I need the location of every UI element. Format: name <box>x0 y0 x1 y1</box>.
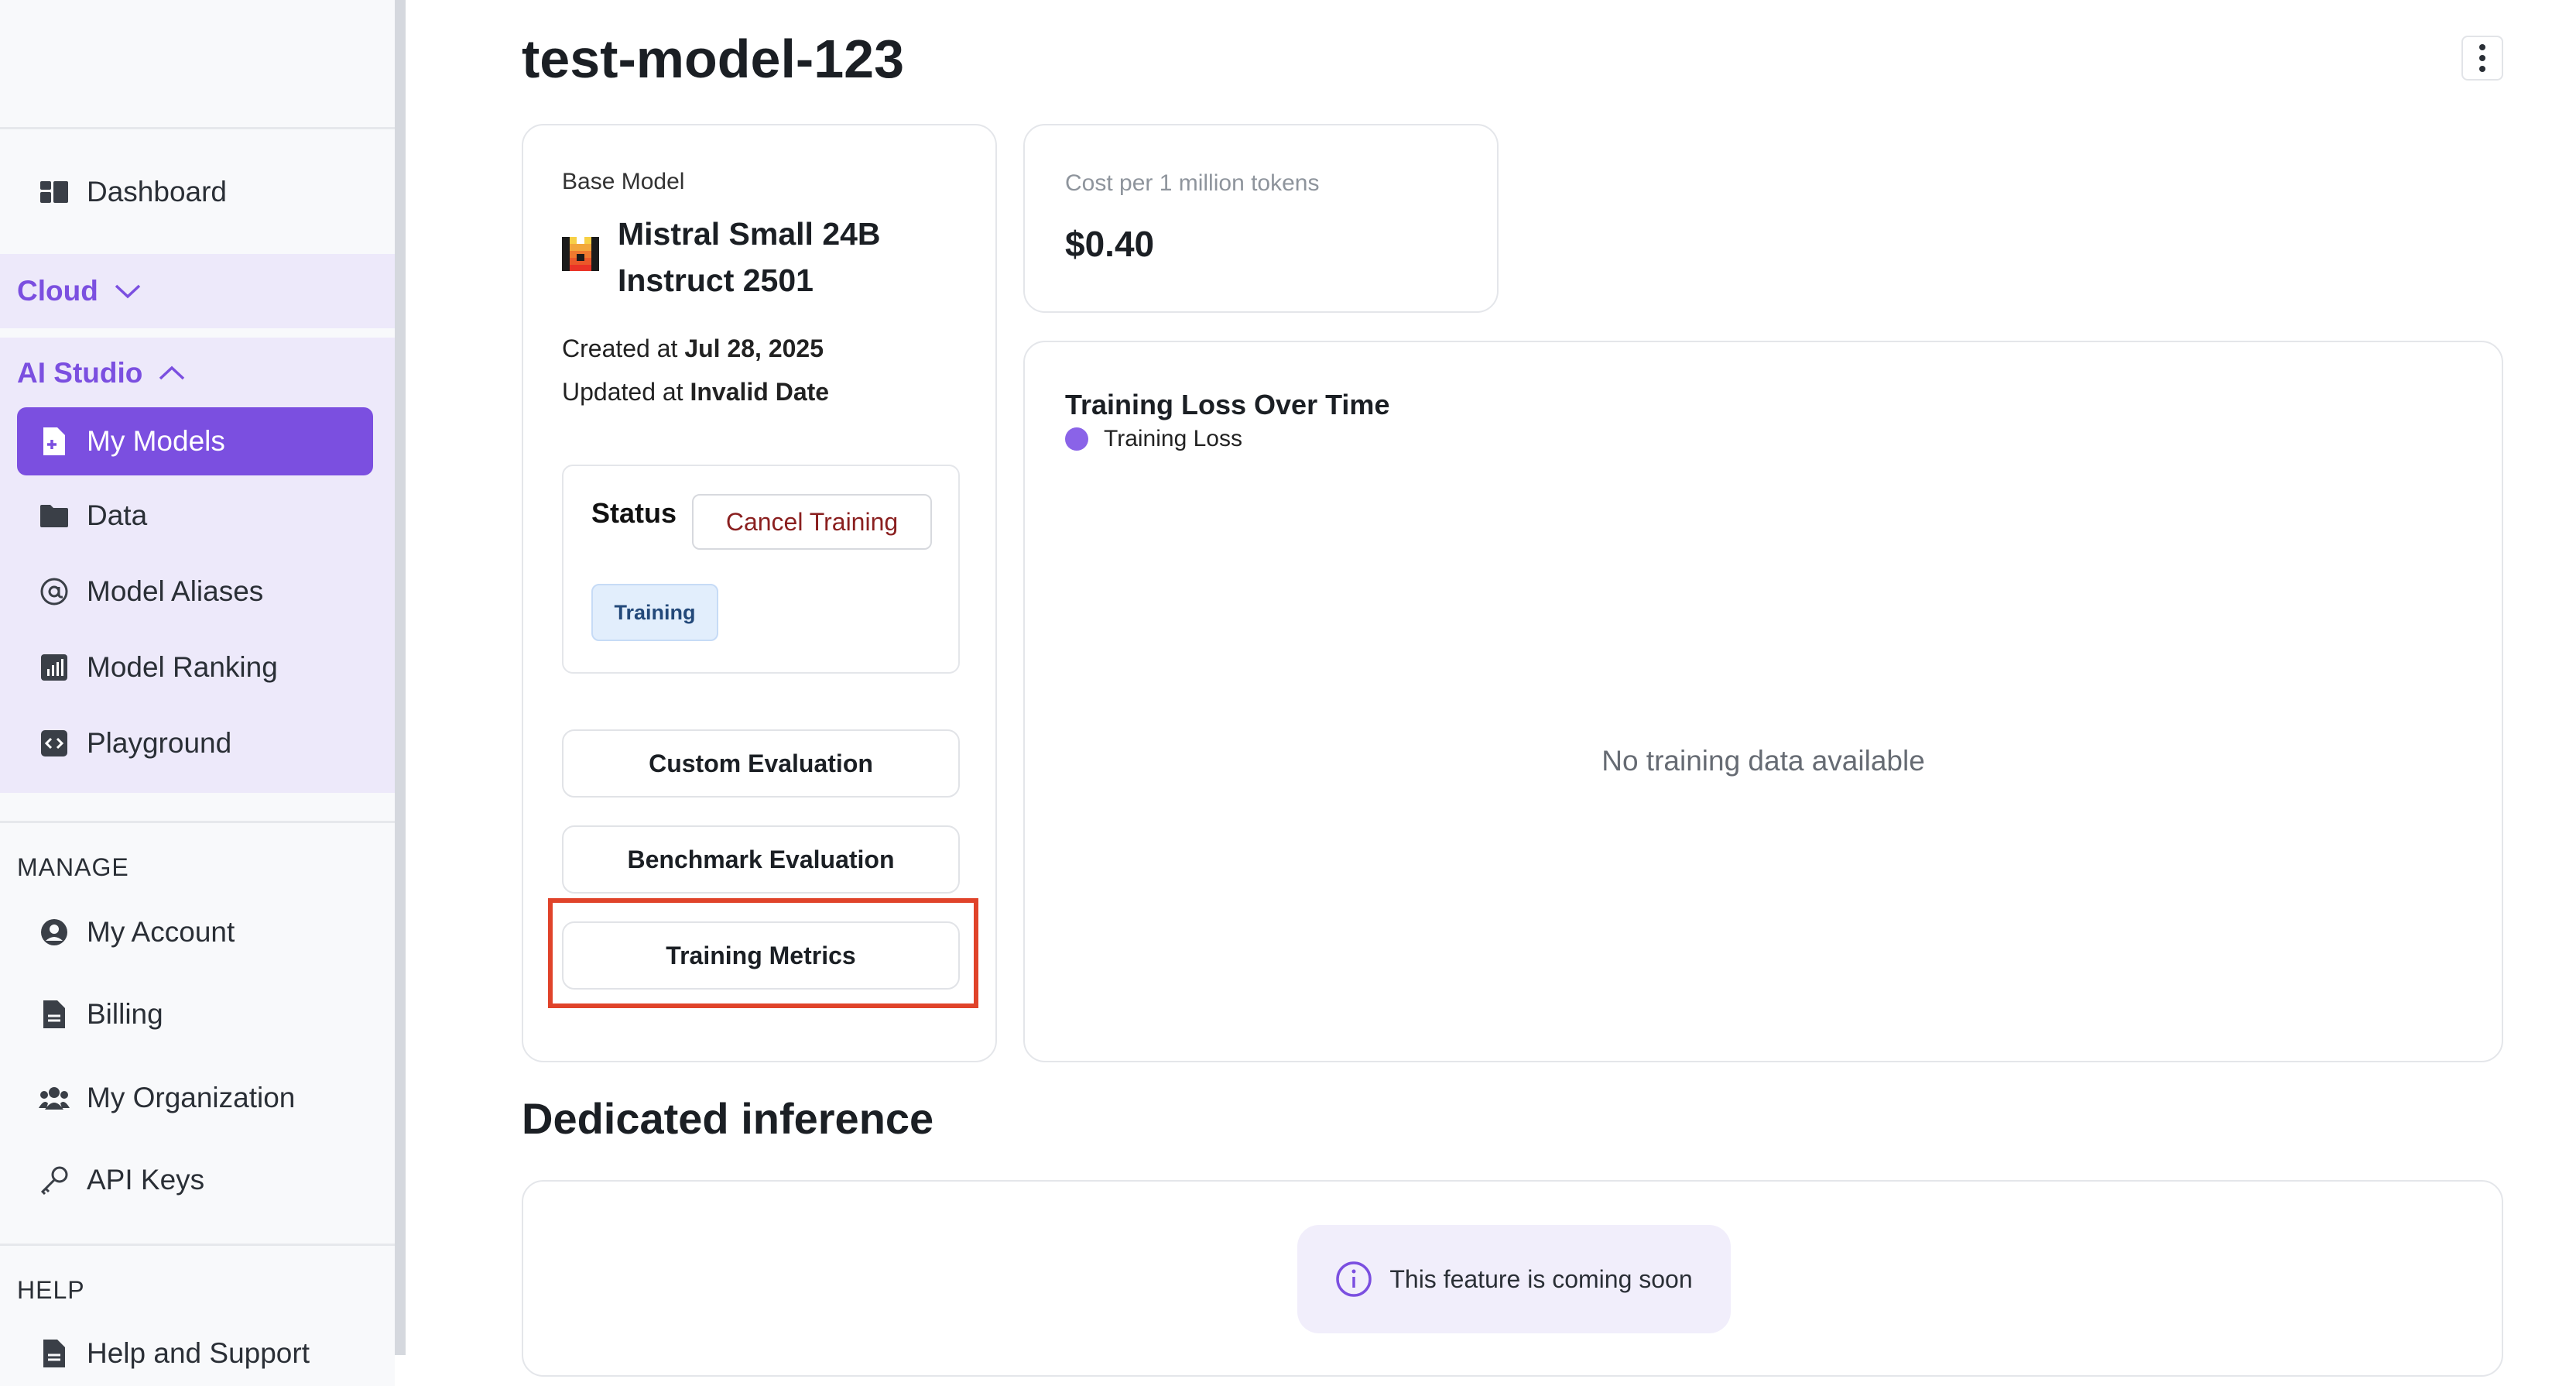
cloud-toggle[interactable]: Cloud <box>17 268 142 314</box>
sidebar-item-playground[interactable]: Playground <box>17 709 373 777</box>
cost-card: Cost per 1 million tokens $0.40 <box>1023 124 1499 313</box>
cancel-training-button[interactable]: Cancel Training <box>692 494 932 550</box>
created-at: Created at Jul 28, 2025 <box>562 334 824 363</box>
sidebar-item-label: API Keys <box>87 1164 205 1196</box>
base-model-name-line: Instruct 2501 <box>618 262 814 298</box>
cost-value: $0.40 <box>1065 224 1155 264</box>
sidebar-item-label: Playground <box>87 727 232 759</box>
sidebar-divider <box>0 127 395 129</box>
model-file-icon <box>39 426 70 457</box>
chevron-down-icon <box>115 284 141 299</box>
training-loss-chart-card: Training Loss Over Time Training Loss No… <box>1023 341 2503 1062</box>
sidebar-item-label: Model Ranking <box>87 651 278 683</box>
sidebar-scrollbar[interactable] <box>395 0 406 1355</box>
sidebar-item-label: My Models <box>87 425 225 457</box>
document-icon <box>39 1338 70 1369</box>
sidebar-item-label: Billing <box>87 998 163 1030</box>
code-icon <box>39 728 70 759</box>
sidebar-item-label: Model Aliases <box>87 575 264 607</box>
sidebar-item-help-and-support[interactable]: Help and Support <box>17 1319 373 1386</box>
sidebar-item-label: Help and Support <box>87 1337 310 1369</box>
benchmark-evaluation-button[interactable]: Benchmark Evaluation <box>562 825 960 894</box>
sidebar-item-my-models[interactable]: My Models <box>17 407 373 475</box>
created-value: Jul 28, 2025 <box>684 334 824 362</box>
cloud-label: Cloud <box>17 275 98 307</box>
updated-at: Updated at Invalid Date <box>562 378 829 407</box>
sidebar-divider <box>0 821 395 823</box>
bar-chart-icon <box>39 652 70 683</box>
sidebar-item-label: Data <box>87 499 148 531</box>
updated-label: Updated at <box>562 378 683 406</box>
updated-value: Invalid Date <box>690 378 830 406</box>
ai-studio-label: AI Studio <box>17 357 143 389</box>
chevron-up-icon <box>159 365 185 380</box>
kebab-menu-icon <box>2479 44 2485 72</box>
empty-state-message: No training data available <box>1601 745 1925 777</box>
help-section-label: HELP <box>17 1276 85 1304</box>
cost-label: Cost per 1 million tokens <box>1065 170 1320 196</box>
dashboard-icon <box>39 177 70 208</box>
highlight-box <box>548 898 978 1008</box>
sidebar-item-label: My Organization <box>87 1082 296 1113</box>
sidebar-item-dashboard[interactable]: Dashboard <box>17 158 373 226</box>
mistral-logo-icon <box>562 237 599 271</box>
page-title: test-model-123 <box>522 29 905 89</box>
at-sign-icon <box>39 576 70 607</box>
manage-section-label: MANAGE <box>17 853 129 881</box>
chart-legend: Training Loss <box>1065 426 1242 452</box>
legend-dot-icon <box>1065 427 1088 451</box>
info-icon <box>1336 1261 1372 1297</box>
cloud-group: Cloud <box>0 254 395 328</box>
folder-icon <box>39 500 70 531</box>
status-badge: Training <box>591 584 718 641</box>
sidebar: Dashboard Cloud AI Studio My Models Data… <box>0 0 395 1386</box>
status-panel: Status Cancel Training Training <box>562 465 960 674</box>
dedicated-inference-card: This feature is coming soon <box>522 1180 2503 1377</box>
user-circle-icon <box>39 917 70 948</box>
sidebar-item-billing[interactable]: Billing <box>17 980 373 1048</box>
chart-title: Training Loss Over Time <box>1065 389 1390 420</box>
custom-evaluation-button[interactable]: Custom Evaluation <box>562 729 960 798</box>
sidebar-item-my-account[interactable]: My Account <box>17 898 373 966</box>
status-label: Status <box>591 497 677 529</box>
base-model-name-line: Mistral Small 24B <box>618 216 881 252</box>
base-model-label: Base Model <box>562 169 685 194</box>
legend-label: Training Loss <box>1104 426 1242 451</box>
dedicated-inference-title: Dedicated inference <box>522 1094 934 1143</box>
sidebar-item-my-organization[interactable]: My Organization <box>17 1064 373 1132</box>
base-model-name: Mistral Small 24B Instruct 2501 <box>618 211 881 304</box>
sidebar-divider <box>0 1244 395 1246</box>
coming-soon-notice: This feature is coming soon <box>1297 1225 1731 1333</box>
sidebar-item-data[interactable]: Data <box>17 482 373 550</box>
ai-studio-toggle[interactable]: AI Studio <box>17 350 186 396</box>
sidebar-item-label: Dashboard <box>87 176 228 208</box>
sidebar-item-model-ranking[interactable]: Model Ranking <box>17 633 373 702</box>
users-icon <box>39 1082 70 1113</box>
sidebar-item-label: My Account <box>87 916 235 948</box>
key-icon <box>39 1165 70 1196</box>
coming-soon-text: This feature is coming soon <box>1389 1264 1693 1293</box>
sidebar-item-model-aliases[interactable]: Model Aliases <box>17 557 373 626</box>
document-icon <box>39 999 70 1030</box>
created-label: Created at <box>562 334 678 362</box>
more-options-button[interactable] <box>2461 36 2503 81</box>
sidebar-item-api-keys[interactable]: API Keys <box>17 1146 373 1214</box>
